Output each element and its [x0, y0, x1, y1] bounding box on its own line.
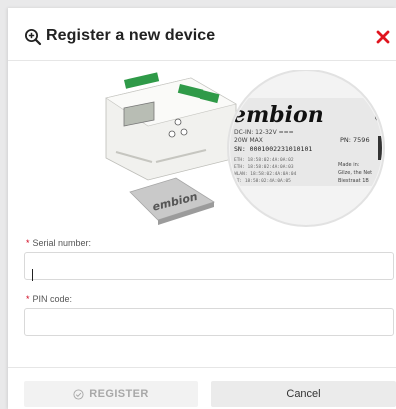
device-illustration: embion embion CE DC-IN: 12-32V === 20W M… — [105, 70, 385, 227]
label-pn: PN: 7596 — [340, 136, 370, 144]
label-made-in-0: Made in: — [338, 162, 360, 168]
pin-code-label-text: PIN code: — [32, 294, 73, 304]
device-stand: embion — [129, 177, 215, 225]
required-mark: * — [26, 294, 30, 304]
label-made-in-2: Biestraat 1B — [338, 178, 369, 184]
label-line-2: SN: 0001002231010101 — [234, 145, 312, 153]
zoom-in-icon — [25, 29, 42, 46]
label-brand: embion — [232, 102, 324, 128]
required-mark: * — [26, 238, 30, 248]
pin-code-label: * PIN code: — [26, 294, 72, 304]
label-mac-0: ETH: 18:58:02:4A:0A:02 — [234, 157, 294, 163]
label-magnifier: embion CE DC-IN: 12-32V === 20W MAX SN: … — [227, 70, 385, 227]
label-line-1: 20W MAX — [234, 137, 263, 144]
device-body — [105, 72, 237, 181]
text-caret — [32, 269, 33, 281]
serial-number-input[interactable] — [24, 252, 394, 280]
modal-header: Register a new device — [8, 8, 396, 61]
serial-number-label-text: Serial number: — [32, 238, 92, 248]
label-mac-3: BT: 18:58:02:4A:0A:05 — [234, 178, 291, 184]
close-icon[interactable] — [376, 30, 390, 44]
check-circle-icon — [73, 388, 84, 400]
label-made-in-1: Gilze, the Net — [338, 170, 372, 176]
register-device-modal: Register a new device embion embion CE D… — [8, 8, 396, 409]
label-mac-1: ETH: 18:58:02:4A:0A:03 — [234, 164, 294, 170]
cancel-button-label: Cancel — [286, 388, 321, 400]
cancel-button[interactable]: Cancel — [211, 381, 396, 407]
modal-title: Register a new device — [46, 27, 216, 44]
label-line-0: DC-IN: 12-32V === — [234, 129, 294, 136]
register-button[interactable]: REGISTER — [24, 381, 198, 407]
label-mac-2: WLAN: 18:58:02:4A:0A:04 — [234, 171, 297, 177]
serial-number-label: * Serial number: — [26, 238, 91, 248]
pin-code-input[interactable] — [24, 308, 394, 336]
footer-divider — [8, 367, 396, 368]
register-button-label: REGISTER — [89, 388, 149, 400]
